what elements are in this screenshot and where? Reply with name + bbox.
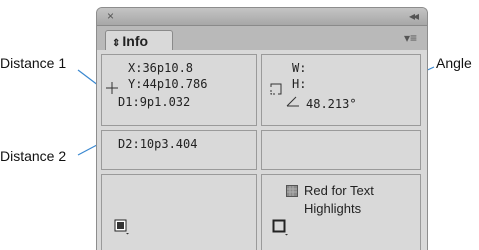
stroke-cell: Red for Text Highlights (261, 174, 421, 250)
tab-info-label: Info (122, 33, 149, 49)
empty-cell (261, 130, 421, 170)
d1-label: D1: (118, 95, 140, 109)
panel-menu-icon[interactable]: ▾≡ (404, 31, 417, 45)
d2-label: D2: (118, 137, 140, 151)
size-cell: W: H: 48.213° (261, 54, 421, 126)
d2-value: 10p3.404 (139, 137, 198, 151)
fill-cell (101, 174, 257, 250)
y-value: 44p10.786 (142, 77, 208, 91)
x-label: X: (128, 61, 143, 75)
y-label: Y: (128, 77, 143, 91)
w-label: W: (292, 61, 307, 75)
fill-swatch-icon[interactable] (114, 219, 130, 235)
stroke-swatch-icon[interactable] (272, 219, 290, 237)
callout-angle: Angle (436, 55, 472, 71)
d1-value: 9p1.032 (139, 95, 191, 109)
panel-titlebar[interactable]: × ◂◂ (97, 8, 427, 26)
position-cell: X:36p10.8 Y:44p10.786 D1:9p1.032 (101, 54, 257, 126)
color-swatch-icon (286, 185, 298, 197)
callout-distance-1: Distance 1 (0, 55, 67, 71)
panel-body: X:36p10.8 Y:44p10.786 D1:9p1.032 W: H: 4… (97, 50, 427, 250)
angle-value: 48.213° (306, 97, 357, 111)
collapse-icon[interactable]: ◂◂ (409, 9, 419, 23)
callout-distance-2: Distance 2 (0, 148, 67, 164)
x-value: 36p10.8 (142, 61, 194, 75)
h-label: H: (292, 77, 307, 91)
size-bracket-icon (270, 83, 282, 95)
close-icon[interactable]: × (107, 9, 114, 23)
tab-info[interactable]: ⇕ Info (105, 30, 173, 51)
info-panel: × ◂◂ ⇕ Info ▾≡ X:36p10.8 Y:44p10.786 D1:9… (96, 7, 428, 250)
expand-chevron-icon: ⇕ (112, 38, 121, 49)
crosshair-icon (106, 82, 118, 94)
tab-row: ⇕ Info ▾≡ (97, 26, 427, 51)
red-text-label-line1: Red for Text (304, 183, 374, 198)
red-text-label-line2: Highlights (304, 201, 362, 216)
angle-icon (286, 96, 299, 107)
distance2-cell: D2:10p3.404 (101, 130, 257, 170)
